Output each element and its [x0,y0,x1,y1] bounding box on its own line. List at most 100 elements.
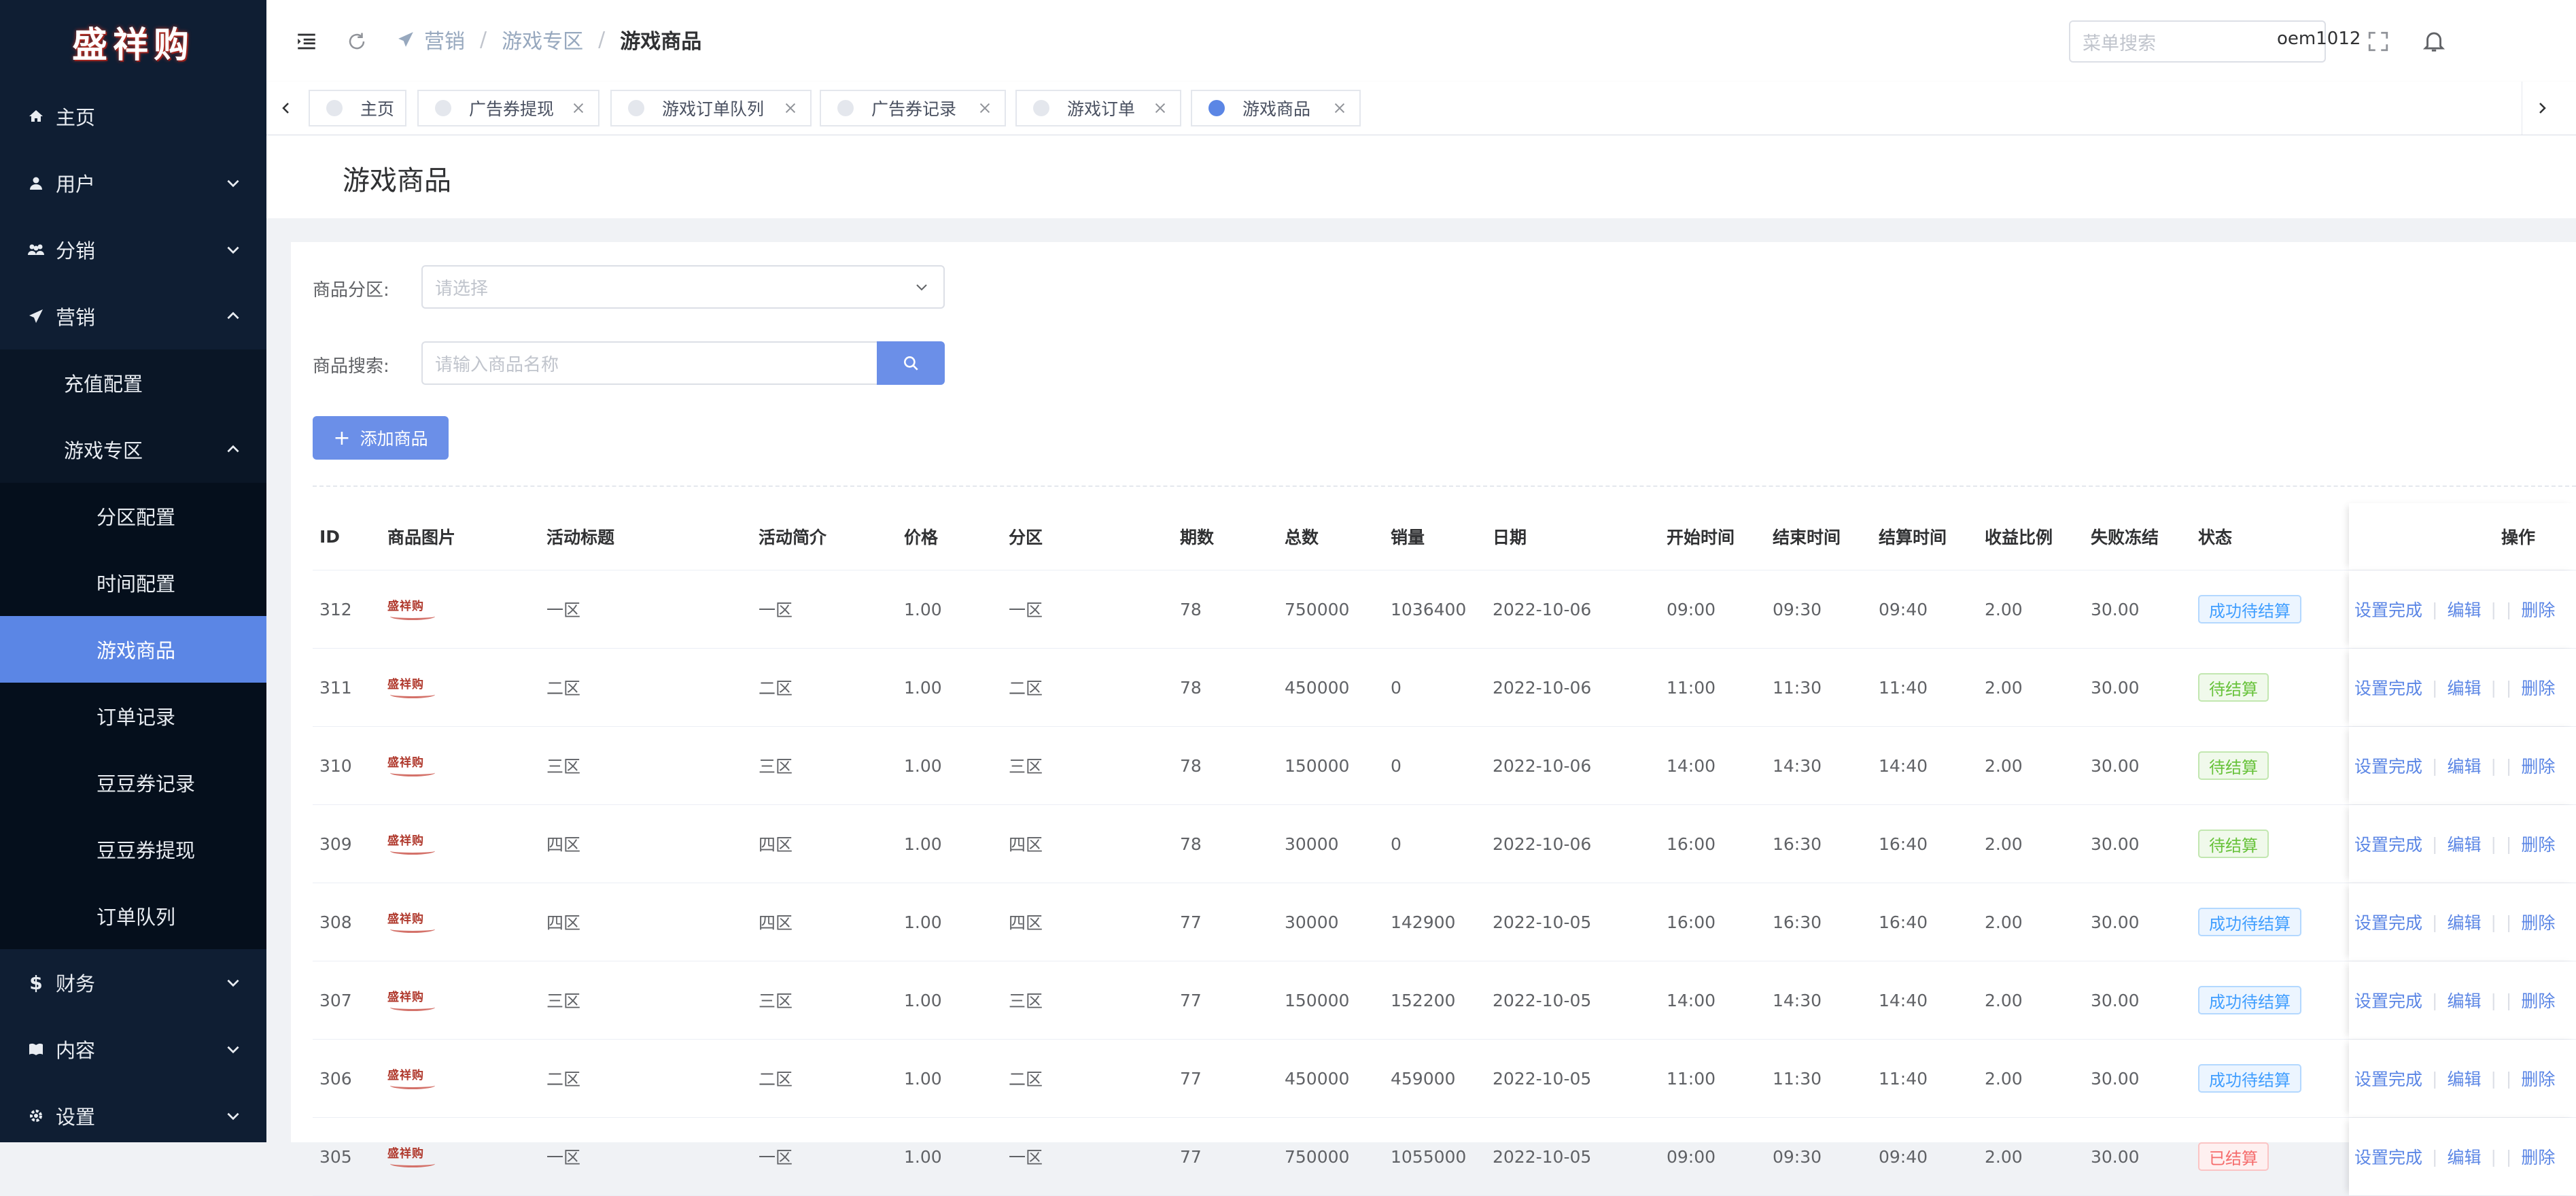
tag-home[interactable]: 主页 [309,90,406,126]
user-icon [27,174,45,192]
delete-link[interactable]: 删除 [2521,675,2555,700]
menu-fold-icon[interactable] [295,30,318,53]
cell-intro: 三区 [759,991,793,1011]
edit-link[interactable]: 编辑 [2447,988,2481,1012]
cell-ratio: 2.00 [1985,1068,2023,1089]
product-search-input[interactable]: 请输入商品名称 [421,341,877,385]
close-icon[interactable] [571,101,586,116]
cell-sales: 142900 [1391,912,1456,932]
sidebar-item-zone-config[interactable]: 分区配置 [0,483,266,549]
product-image[interactable]: 盛祥购 [387,672,435,702]
cell-freeze: 30.00 [2091,834,2140,854]
tags-scroll-right[interactable] [2522,82,2562,135]
fullscreen-icon[interactable] [2367,30,2390,53]
edit-link[interactable]: 编辑 [2447,910,2481,934]
delete-link[interactable]: 删除 [2521,910,2555,934]
chevron-up-icon [227,311,239,320]
edit-link[interactable]: 编辑 [2447,832,2481,856]
tag-game-products[interactable]: 游戏商品 [1191,90,1361,126]
sidebar-item-coupon-records[interactable]: 豆豆券记录 [0,749,266,816]
close-icon[interactable] [1153,101,1168,116]
delete-link[interactable]: 删除 [2521,988,2555,1012]
tag-game-order-queue[interactable]: 游戏订单队列 [610,90,812,126]
set-complete-link[interactable]: 设置完成 [2354,1144,2422,1169]
tag-ad-coupon-withdraw[interactable]: 广告券提现 [417,90,599,126]
sidebar-item-order-queue[interactable]: 订单队列 [0,883,266,949]
sidebar-item-home[interactable]: 主页 [0,83,266,150]
tag-label: 广告券提现 [469,99,555,119]
set-complete-link[interactable]: 设置完成 [2354,675,2422,700]
separator: | [2432,599,2438,619]
delete-link[interactable]: 删除 [2521,832,2555,856]
chevron-up-icon [227,445,239,453]
product-image[interactable]: 盛祥购 [387,594,435,624]
sidebar-item-game-zone[interactable]: 游戏专区 [0,416,266,483]
sidebar-item-game-products[interactable]: 游戏商品 [0,616,266,683]
product-image[interactable]: 盛祥购 [387,829,435,859]
sidebar-item-recharge[interactable]: 充值配置 [0,349,266,416]
sidebar-item-content[interactable]: 内容 [0,1016,266,1082]
username[interactable]: oem1012 [2277,29,2361,49]
column-header: 结算时间 [1879,528,1947,547]
edit-link[interactable]: 编辑 [2447,1144,2481,1169]
edit-link[interactable]: 编辑 [2447,753,2481,778]
bell-icon[interactable] [2421,27,2447,54]
cell-end: 09:30 [1773,1146,1822,1167]
tag-game-orders[interactable]: 游戏订单 [1015,90,1181,126]
edit-link[interactable]: 编辑 [2447,597,2481,621]
close-icon[interactable] [977,101,992,116]
logo[interactable]: 盛祥购 [0,0,266,83]
status-badge: 待结算 [2198,830,2269,858]
set-complete-link[interactable]: 设置完成 [2354,832,2422,856]
zone-select[interactable]: 请选择 [421,265,945,309]
product-image[interactable]: 盛祥购 [387,907,435,937]
set-complete-link[interactable]: 设置完成 [2354,597,2422,621]
set-complete-link[interactable]: 设置完成 [2354,1066,2422,1091]
chevron-down-icon [227,180,239,188]
sidebar-item-finance[interactable]: $ 财务 [0,949,266,1016]
product-image-text: 盛祥购 [387,912,424,926]
set-complete-link[interactable]: 设置完成 [2354,753,2422,778]
cell-start: 16:00 [1667,834,1716,854]
search-button[interactable] [877,341,945,385]
cell-start: 14:00 [1667,755,1716,776]
cell-sales: 152200 [1391,990,1456,1010]
delete-link[interactable]: 删除 [2521,1066,2555,1091]
edit-link[interactable]: 编辑 [2447,675,2481,700]
sidebar-item-marketing[interactable]: 营销 [0,283,266,349]
sidebar-item-coupon-withdraw[interactable]: 豆豆券提现 [0,816,266,883]
logo-swirl [390,847,435,855]
close-icon[interactable] [1332,101,1347,116]
add-product-button[interactable]: + 添加商品 [313,416,449,460]
cell-freeze: 30.00 [2091,755,2140,776]
delete-link[interactable]: 删除 [2521,597,2555,621]
breadcrumb-item[interactable]: 游戏专区 [502,24,583,54]
product-image[interactable]: 盛祥购 [387,1063,435,1093]
delete-link[interactable]: 删除 [2521,753,2555,778]
tag-ad-coupon-records[interactable]: 广告券记录 [820,90,1006,126]
sidebar-item-settings[interactable]: 设置 [0,1082,266,1142]
sidebar-item-time-config[interactable]: 时间配置 [0,549,266,616]
close-icon[interactable] [783,101,798,116]
send-icon [398,32,413,47]
sidebar-item-distribution[interactable]: 分销 [0,216,266,283]
set-complete-link[interactable]: 设置完成 [2354,988,2422,1012]
breadcrumb-item[interactable]: 营销 [424,24,465,54]
set-complete-link[interactable]: 设置完成 [2354,910,2422,934]
product-image[interactable]: 盛祥购 [387,985,435,1015]
top-header: 营销 / 游戏专区 / 游戏商品 菜单搜索 oem1012 [266,0,2576,82]
cell-freeze: 30.00 [2091,599,2140,619]
cell-settle: 16:40 [1879,834,1928,854]
refresh-icon[interactable] [347,31,367,52]
cell-total: 450000 [1285,1068,1350,1089]
column-header: 期数 [1180,528,1215,547]
product-image[interactable]: 盛祥购 [387,1142,435,1172]
delete-link[interactable]: 删除 [2521,1144,2555,1169]
product-image[interactable]: 盛祥购 [387,751,435,781]
sidebar-item-order-records[interactable]: 订单记录 [0,683,266,749]
product-image-cell: 盛祥购 [387,649,435,726]
tags-scroll-left[interactable] [266,82,306,135]
sidebar-item-user[interactable]: 用户 [0,150,266,216]
cell-total: 750000 [1285,1146,1350,1167]
edit-link[interactable]: 编辑 [2447,1066,2481,1091]
